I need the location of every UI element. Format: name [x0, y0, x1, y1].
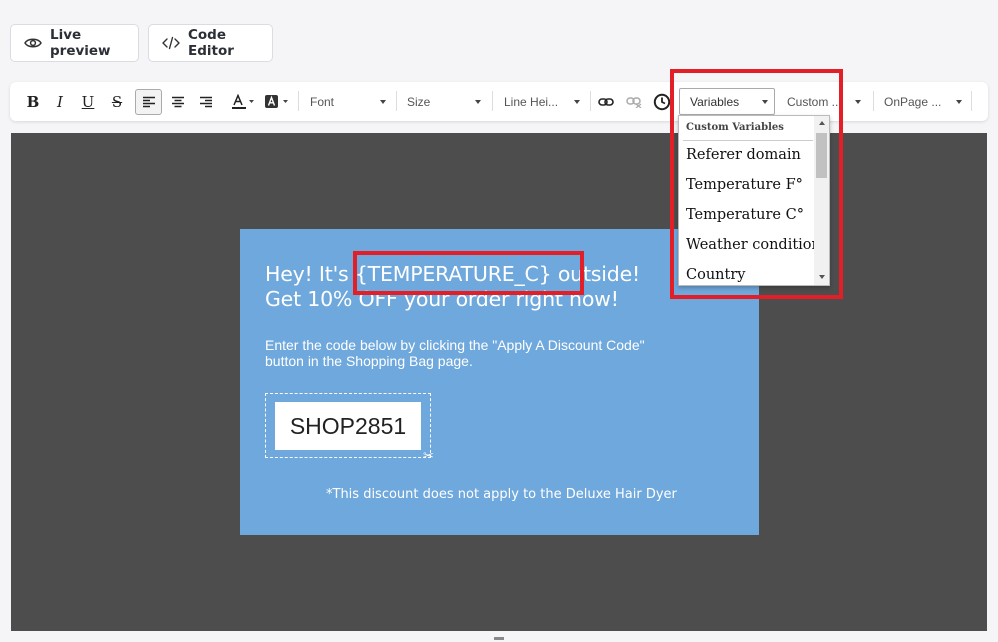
chevron-down-icon: [475, 100, 481, 104]
live-preview-button[interactable]: Live preview: [10, 24, 139, 62]
popup-disclaimer[interactable]: *This discount does not apply to the Del…: [326, 487, 677, 502]
align-right-button[interactable]: [195, 89, 217, 115]
chevron-down-icon: [574, 100, 580, 104]
toolbar-separator: [298, 91, 299, 111]
toolbar-separator: [873, 91, 874, 111]
unlink-button[interactable]: [625, 89, 643, 115]
highlight-box-temperature: [353, 251, 584, 295]
font-dropdown-label: Font: [310, 95, 335, 109]
line-height-dropdown[interactable]: Line Hei...: [502, 89, 584, 115]
toolbar-separator: [971, 91, 972, 111]
toolbar-separator: [590, 91, 591, 111]
headline-prefix: Hey! It's: [265, 262, 355, 286]
code-editor-label: Code Editor: [188, 27, 234, 59]
line-height-dropdown-label: Line Hei...: [504, 95, 559, 109]
align-center-icon: [172, 96, 184, 108]
popup-body-text[interactable]: Enter the code below by clicking the "Ap…: [265, 337, 655, 369]
resize-handle[interactable]: [494, 637, 504, 640]
font-dropdown[interactable]: Font: [308, 89, 390, 115]
onpage-dropdown-label: OnPage ...: [884, 95, 942, 109]
chevron-down-icon: [855, 100, 861, 104]
bold-button[interactable]: B: [23, 89, 43, 115]
underline-button[interactable]: U: [78, 89, 98, 115]
italic-button[interactable]: I: [50, 89, 70, 115]
toolbar-separator: [396, 91, 397, 111]
live-preview-label: Live preview: [50, 27, 111, 59]
size-dropdown-label: Size: [407, 95, 431, 109]
onpage-dropdown[interactable]: OnPage ...: [882, 89, 966, 115]
toolbar-separator: [492, 91, 493, 111]
chevron-down-icon: [956, 100, 962, 104]
align-left-icon: [142, 96, 155, 108]
highlight-box-variables: [670, 69, 843, 299]
clock-icon: [653, 93, 671, 111]
eye-icon: [24, 36, 42, 50]
chevron-down-icon: [380, 100, 386, 104]
background-color-button[interactable]: [263, 89, 291, 115]
size-dropdown[interactable]: Size: [405, 89, 485, 115]
align-right-icon: [200, 96, 212, 108]
coupon-code[interactable]: SHOP2851: [275, 402, 421, 450]
font-color-icon: [232, 94, 254, 109]
scissors-icon: ✂: [423, 449, 434, 464]
code-editor-button[interactable]: Code Editor: [148, 24, 273, 62]
clock-button[interactable]: [652, 89, 672, 115]
align-left-button[interactable]: [135, 89, 162, 115]
align-center-button[interactable]: [167, 89, 189, 115]
background-color-icon: [265, 95, 288, 108]
font-color-button[interactable]: [230, 89, 256, 115]
unlink-icon: [626, 97, 642, 108]
code-icon: [162, 36, 180, 50]
link-icon: [598, 98, 614, 106]
link-button[interactable]: [597, 89, 615, 115]
strikethrough-button[interactable]: S: [107, 89, 127, 115]
coupon-dashed-box: SHOP2851: [265, 393, 431, 458]
